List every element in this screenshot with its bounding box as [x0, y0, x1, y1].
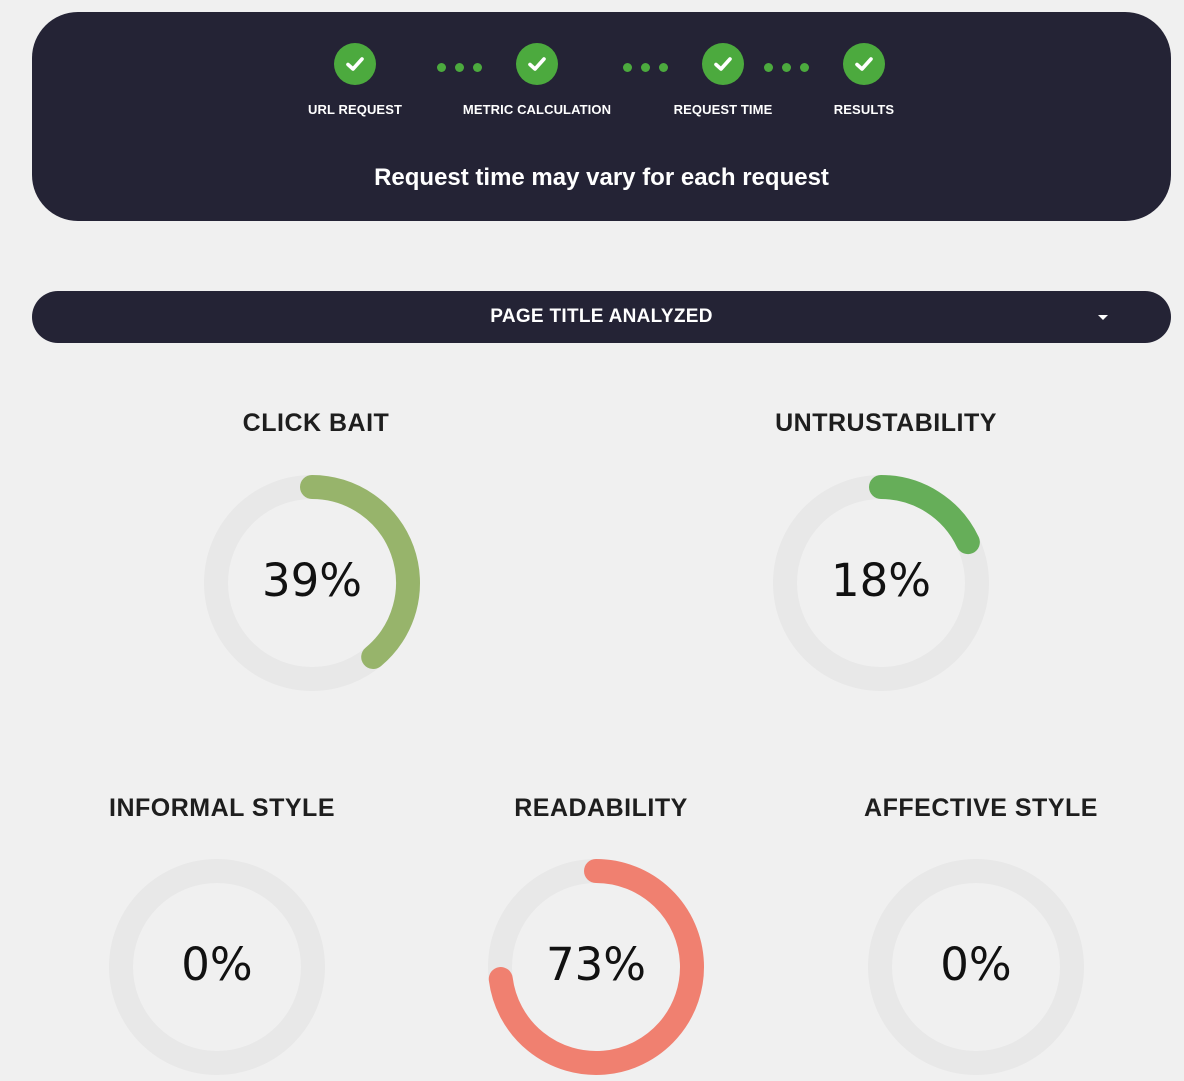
gauge-click-bait: 39% [202, 473, 422, 693]
request-time-notice: Request time may vary for each request [374, 164, 829, 191]
section-title: PAGE TITLE ANALYZED [490, 306, 713, 327]
gauge-value: 0% [940, 938, 1012, 991]
step-label-results: RESULTS [833, 102, 895, 117]
check-icon [516, 43, 558, 85]
gauge-value: 0% [181, 938, 253, 991]
gauge-arc [869, 475, 980, 555]
metric-title-untrustability: UNTRUSTABILITY [775, 409, 997, 437]
gauge-value: 18% [830, 554, 932, 607]
metric-title-affective-style: AFFECTIVE STYLE [864, 794, 1098, 822]
check-icon [843, 43, 885, 85]
page-title-analyzed-toggle[interactable]: PAGE TITLE ANALYZED [32, 291, 1171, 343]
step-label-request-time: REQUEST TIME [673, 102, 773, 117]
metric-title-readability: READABILITY [514, 794, 688, 822]
gauge-informal-style: 0% [107, 857, 327, 1077]
step-connector [437, 63, 482, 72]
gauge-value: 39% [261, 554, 363, 607]
step-label-metric-calculation: METRIC CALCULATION [462, 102, 612, 117]
metric-title-informal-style: INFORMAL STYLE [109, 794, 335, 822]
step-connector [623, 63, 668, 72]
step-connector [764, 63, 809, 72]
metric-title-click-bait: CLICK BAIT [242, 409, 390, 437]
check-icon [702, 43, 744, 85]
progress-panel: URL REQUEST METRIC CALCULATION REQUEST T… [32, 12, 1171, 221]
step-label-url-request: URL REQUEST [307, 102, 403, 117]
gauge-untrustability: 18% [771, 473, 991, 693]
gauge-affective-style: 0% [866, 857, 1086, 1077]
gauge-value: 73% [545, 938, 647, 991]
chevron-down-icon[interactable] [1098, 315, 1108, 320]
check-icon [334, 43, 376, 85]
gauge-readability: 73% [486, 857, 706, 1077]
